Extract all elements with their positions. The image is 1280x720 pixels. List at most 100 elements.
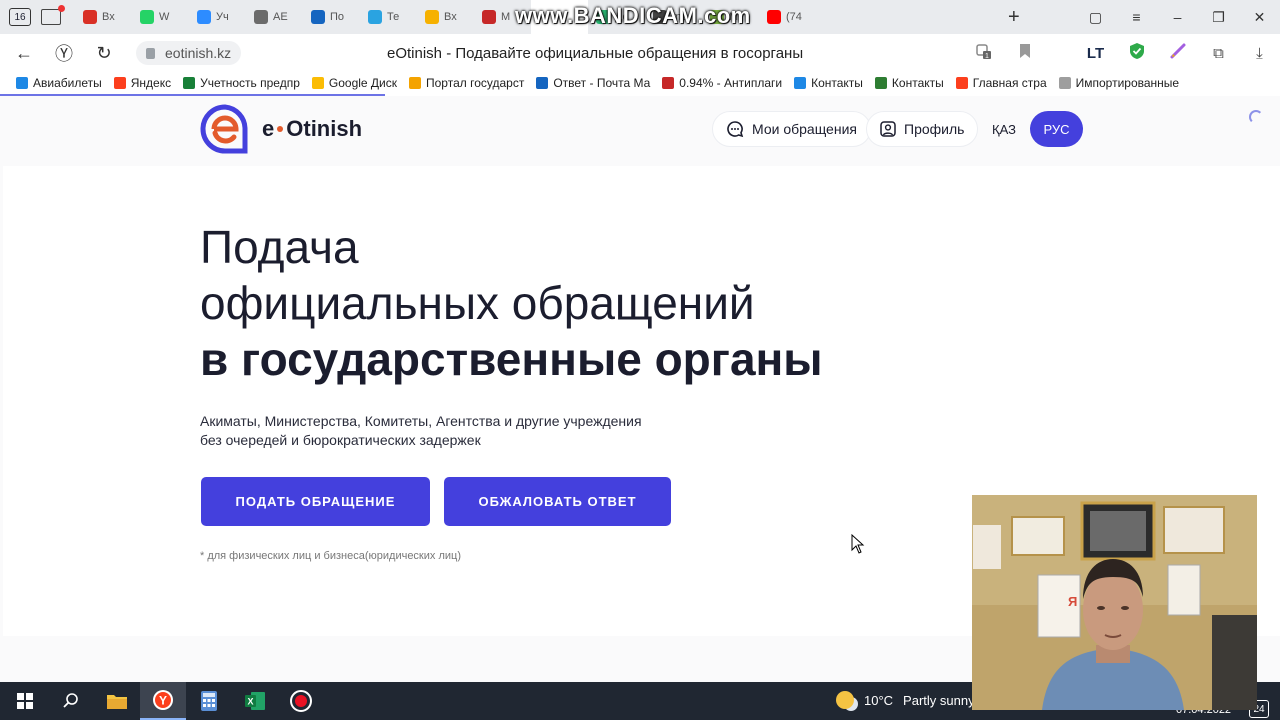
downloads-icon[interactable]: ⤓ (1239, 45, 1280, 62)
close-button[interactable]: ✕ (1239, 9, 1280, 26)
excel-button[interactable]: X (232, 682, 278, 720)
hero-subtitle-line2: без очередей и бюрократических задержек (200, 432, 481, 448)
window-controls: ▢ ≡ – ❐ ✕ (1075, 0, 1280, 34)
url-field[interactable]: eotinish.kz (136, 41, 242, 65)
page-title: eOtinish - Подавайте официальные обращен… (387, 45, 804, 62)
tab-manager-icon[interactable] (41, 5, 65, 25)
bookmark-item[interactable]: Импортированные (1058, 76, 1179, 90)
browser-tab[interactable]: Уч (189, 0, 246, 34)
bookmark-collections-icon[interactable]: ▢ (1075, 9, 1116, 26)
browser-tab[interactable]: W (132, 0, 189, 34)
appeal-response-button[interactable]: ОБЖАЛОВАТЬ ОТВЕТ (444, 477, 671, 526)
bookmark-item[interactable]: Портал государст (409, 76, 524, 90)
site-logo[interactable]: e Otinish (200, 104, 362, 154)
browser-tab[interactable]: Вх (417, 0, 474, 34)
tab-favicon-icon (140, 10, 154, 24)
protect-icon[interactable]: 1 (963, 42, 1004, 64)
logo-letter: e (262, 116, 275, 141)
bookmark-item[interactable]: Контакты (874, 76, 944, 90)
tab-favicon-icon (197, 10, 211, 24)
weather-widget[interactable]: 10°C Partly sunny (836, 691, 975, 709)
menu-icon[interactable]: ≡ (1116, 9, 1157, 25)
excel-icon: X (245, 692, 265, 710)
tab-favicon-icon (767, 10, 781, 24)
mouse-cursor-icon (851, 534, 865, 554)
bookmark-label: Контакты (891, 76, 944, 90)
bookmark-item[interactable]: Главная стра (955, 76, 1047, 90)
browser-tab[interactable]: По (303, 0, 360, 34)
profile-button[interactable]: Профиль (866, 111, 979, 147)
bookmark-item[interactable]: Google Диск (311, 76, 397, 90)
tab-label: Те (387, 11, 400, 23)
bookmark-label: Яндекс (130, 76, 172, 90)
collections-icon[interactable]: ⧉ (1198, 45, 1239, 62)
svg-text:X: X (247, 697, 253, 707)
profile-label: Профиль (904, 121, 965, 137)
bookmark-favicon-icon (311, 77, 324, 89)
svg-text:1: 1 (985, 53, 989, 60)
bandicam-button[interactable] (278, 682, 324, 720)
hero-title-line1: Подача (200, 221, 359, 273)
tab-label: Уч (216, 11, 229, 23)
restore-button[interactable]: ❐ (1198, 9, 1239, 26)
bookmark-favicon-icon (794, 77, 807, 89)
webcam-overlay: Я (972, 495, 1257, 710)
lang-rus-button[interactable]: РУС (1030, 111, 1083, 147)
browser-tab[interactable]: Вх (75, 0, 132, 34)
browser-tab[interactable]: Те (360, 0, 417, 34)
new-tab-button[interactable]: + (1008, 6, 1020, 29)
search-icon (63, 693, 78, 708)
my-requests-label: Мои обращения (752, 121, 857, 137)
bookmark-label: Портал государст (426, 76, 525, 90)
bookmark-item[interactable]: Учетность предпр (183, 76, 300, 90)
pen-extension-icon[interactable] (1157, 42, 1198, 64)
submit-request-button[interactable]: ПОДАТЬ ОБРАЩЕНИЕ (201, 477, 430, 526)
minimize-button[interactable]: – (1157, 9, 1198, 25)
tab-favicon-icon (425, 10, 439, 24)
my-requests-button[interactable]: Мои обращения (712, 111, 871, 147)
calculator-icon (201, 691, 217, 711)
svg-text:Я: Я (1068, 594, 1077, 609)
logo-text: e Otinish (262, 116, 362, 142)
tab-favicon-icon (368, 10, 382, 24)
tab-label: Вх (444, 11, 457, 23)
bookmark-item[interactable]: Авиабилеты (16, 76, 102, 90)
bookmark-label: Контакты (811, 76, 863, 90)
bookmark-favicon-icon (113, 77, 126, 89)
yandex-browser-button[interactable]: Y (140, 682, 186, 720)
bookmark-icon[interactable] (1004, 43, 1045, 63)
tab-favicon-icon (482, 10, 496, 24)
bookmark-favicon-icon (536, 77, 549, 89)
bookmark-label: Google Диск (328, 76, 397, 90)
profile-icon (880, 121, 896, 137)
bookmark-item[interactable]: Ответ - Почта Ма (536, 76, 650, 90)
calculator-button[interactable] (186, 682, 232, 720)
tab-label: По (330, 11, 345, 23)
wall-certificate (1080, 501, 1156, 561)
tabs-count-button[interactable]: 16 (9, 8, 31, 26)
loading-spinner-icon (1249, 110, 1263, 124)
lang-kaz-button[interactable]: ҚАЗ (982, 111, 1026, 147)
hero-footnote: * для физических лиц и бизнеса(юридическ… (200, 550, 461, 562)
bookmark-label: Учетность предпр (200, 76, 300, 90)
reload-button[interactable]: ↻ (84, 43, 124, 64)
start-button[interactable] (2, 682, 48, 720)
browser-tab[interactable]: (74 (759, 0, 816, 34)
back-button[interactable]: ← (4, 43, 44, 64)
bookmark-item[interactable]: Яндекс (113, 76, 172, 90)
yandex-icon[interactable]: Ⓨ (44, 40, 84, 66)
tab-favicon-icon (311, 10, 325, 24)
adblock-shield-icon[interactable] (1116, 42, 1157, 64)
search-button[interactable] (48, 682, 94, 720)
translate-extension-icon[interactable]: LT (1075, 45, 1116, 62)
tab-label: Вх (102, 11, 115, 23)
bookmark-item[interactable]: Контакты (794, 76, 863, 90)
bookmark-item[interactable]: 0.94% - Антиплаги (662, 76, 782, 90)
file-explorer-button[interactable] (94, 682, 140, 720)
hero-title-line2: официальных обращений (200, 277, 755, 329)
browser-tab[interactable]: АЕ (246, 0, 303, 34)
bookmark-label: 0.94% - Антиплаги (679, 76, 783, 90)
address-bar: ← Ⓨ ↻ eotinish.kz eOtinish - Подавайте о… (0, 34, 1280, 72)
yandex-browser-icon: Y (153, 690, 173, 710)
bookmark-label: Авиабилеты (33, 76, 102, 90)
